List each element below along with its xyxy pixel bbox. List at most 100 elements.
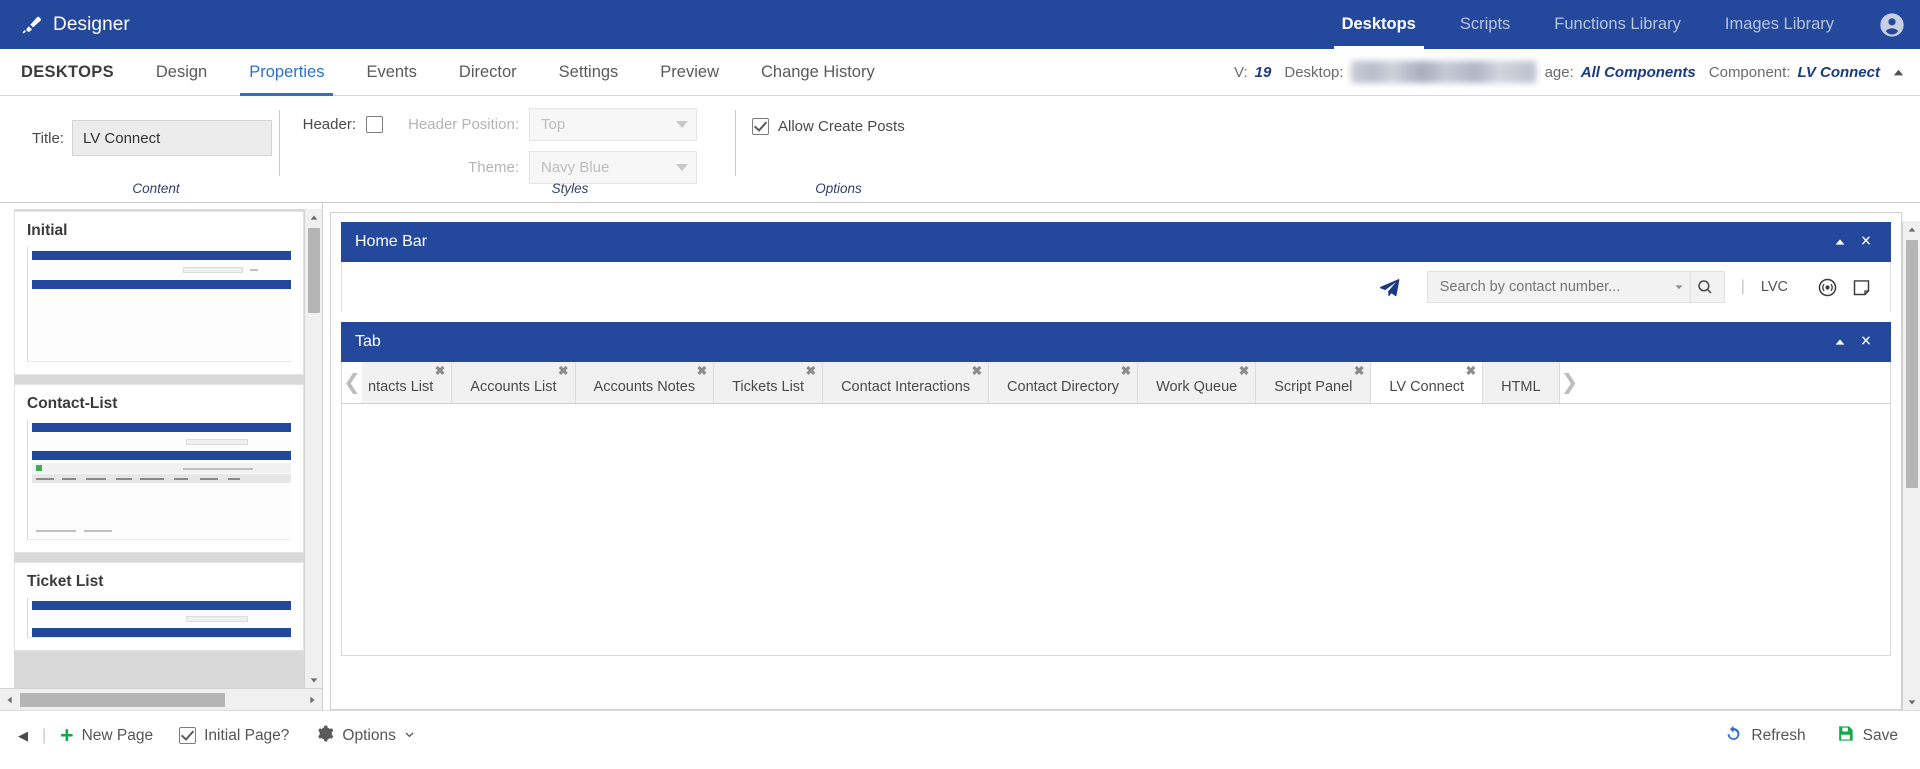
tab-item-html[interactable]: HTML — [1483, 362, 1560, 403]
close-icon[interactable] — [1853, 235, 1879, 249]
top-navigation: Desktops Scripts Functions Library Image… — [1320, 0, 1864, 49]
scroll-left-icon[interactable] — [0, 695, 20, 705]
tab-item-contacts-list[interactable]: ntacts List ✖ — [362, 362, 453, 403]
allow-create-posts-checkbox[interactable] — [752, 118, 769, 135]
tab-item-work-queue[interactable]: Work Queue ✖ — [1138, 362, 1257, 403]
send-plane-icon[interactable] — [1378, 276, 1401, 299]
pages-horizontal-scrollbar[interactable] — [0, 688, 322, 710]
topnav-item-desktops[interactable]: Desktops — [1320, 0, 1438, 49]
close-icon[interactable]: ✖ — [1354, 365, 1364, 378]
pages-list[interactable]: Initial Contact-List Ticket List — [14, 209, 304, 688]
ribbon-group-content: Title: LV Connect Content — [0, 96, 279, 202]
new-page-button[interactable]: + New Page — [60, 724, 153, 747]
tab-label: Tickets List — [732, 379, 805, 395]
chevron-down-icon[interactable] — [1668, 282, 1690, 292]
topnav-label: Images Library — [1724, 15, 1834, 33]
subnav-item-settings[interactable]: Settings — [538, 49, 640, 95]
chevron-up-icon[interactable] — [1890, 49, 1920, 95]
close-icon[interactable] — [1853, 335, 1879, 349]
toolbar-divider: | — [1740, 278, 1745, 295]
tab-item-accounts-list[interactable]: Accounts List ✖ — [452, 362, 576, 403]
tab-label: LV Connect — [1389, 379, 1465, 395]
chevron-right-icon[interactable]: ❯ — [1559, 362, 1580, 403]
topnav-item-images-library[interactable]: Images Library — [1703, 0, 1856, 49]
tab-item-contact-interactions[interactable]: Contact Interactions ✖ — [823, 362, 990, 403]
page-card[interactable]: Ticket List — [14, 562, 304, 651]
page-card[interactable]: Initial — [14, 211, 304, 375]
initial-page-toggle[interactable]: Initial Page? — [179, 727, 289, 745]
initial-page-checkbox[interactable] — [179, 727, 197, 744]
design-canvas: Home Bar Search by contact number... | L… — [323, 203, 1920, 710]
canvas-vertical-scrollbar[interactable] — [1902, 221, 1920, 710]
pages-vertical-scrollbar[interactable] — [304, 209, 322, 688]
subnav-item-events[interactable]: Events — [345, 49, 437, 95]
options-menu-button[interactable]: Options — [315, 724, 414, 748]
theme-select[interactable]: Navy Blue — [529, 151, 697, 184]
tab-widget-header: Tab — [341, 322, 1891, 362]
tab-item-tickets-list[interactable]: Tickets List ✖ — [714, 362, 824, 403]
close-icon[interactable]: ✖ — [972, 365, 982, 378]
account-circle-icon[interactable] — [1864, 0, 1920, 49]
close-icon[interactable]: ✖ — [558, 365, 568, 378]
brand: Designer — [0, 14, 130, 36]
close-icon[interactable]: ✖ — [1121, 365, 1131, 378]
section-toolbar: DESKTOPS Design Properties Events Direct… — [0, 49, 1920, 96]
caret-left-icon[interactable]: ◀ — [18, 728, 42, 744]
tab-item-contact-directory[interactable]: Contact Directory ✖ — [989, 362, 1139, 403]
lvc-label[interactable]: LVC — [1761, 279, 1788, 295]
chevron-down-icon — [676, 121, 688, 128]
chevron-down-icon[interactable] — [404, 727, 415, 745]
chevron-left-icon[interactable]: ❮ — [342, 362, 362, 403]
note-icon[interactable] — [1844, 277, 1878, 298]
close-icon[interactable]: ✖ — [435, 365, 445, 378]
page-label: age: — [1544, 63, 1574, 81]
refresh-button[interactable]: Refresh — [1724, 724, 1806, 748]
caret-up-icon[interactable] — [1827, 235, 1853, 249]
header-checkbox[interactable] — [366, 116, 383, 133]
scroll-right-icon[interactable] — [302, 695, 322, 705]
pages-panel: Initial Contact-List Ticket List — [0, 203, 323, 710]
search-input[interactable] — [1439, 279, 1668, 295]
allow-create-posts-label: Allow Create Posts — [778, 118, 905, 135]
tab-item-script-panel[interactable]: Script Panel ✖ — [1256, 362, 1372, 403]
brand-title: Designer — [53, 13, 130, 35]
topnav-item-scripts[interactable]: Scripts — [1438, 0, 1532, 49]
close-icon[interactable]: ✖ — [806, 365, 816, 378]
tab-content-area[interactable] — [341, 404, 1891, 656]
tab-item-accounts-notes[interactable]: Accounts Notes ✖ — [575, 362, 715, 403]
subnav-label: Preview — [660, 62, 719, 81]
home-bar-widget[interactable]: Home Bar Search by contact number... | L… — [341, 222, 1891, 312]
subnav-item-desktops[interactable]: DESKTOPS — [0, 49, 135, 95]
broadcast-icon[interactable] — [1810, 277, 1844, 298]
close-icon[interactable]: ✖ — [1239, 365, 1249, 378]
home-bar-header: Home Bar — [341, 222, 1891, 262]
tab-item-lv-connect[interactable]: LV Connect ✖ — [1371, 362, 1484, 403]
topnav-item-functions-library[interactable]: Functions Library — [1532, 0, 1703, 49]
subnav-item-preview[interactable]: Preview — [639, 49, 740, 95]
options-label: Options — [342, 726, 396, 744]
contact-search-box[interactable] — [1426, 271, 1725, 303]
subnav-item-director[interactable]: Director — [438, 49, 538, 95]
desktop-label: Desktop: — [1284, 63, 1344, 81]
scroll-up-icon[interactable] — [305, 209, 323, 226]
tab-widget[interactable]: Tab ❮ ntacts List ✖ Accounts List ✖ Acco… — [341, 322, 1891, 656]
scroll-down-icon[interactable] — [1903, 693, 1920, 710]
subnav-item-design[interactable]: Design — [135, 49, 228, 95]
magnifier-icon[interactable] — [1689, 272, 1720, 302]
paintbrush-icon — [20, 14, 42, 36]
header-position-select[interactable]: Top — [529, 108, 697, 141]
title-input[interactable]: LV Connect — [72, 120, 272, 156]
home-bar-title: Home Bar — [355, 233, 428, 250]
close-icon[interactable]: ✖ — [1466, 365, 1476, 378]
subnav-item-change-history[interactable]: Change History — [740, 49, 896, 95]
page-card-title: Initial — [27, 222, 68, 239]
canvas-surface[interactable]: Home Bar Search by contact number... | L… — [330, 212, 1902, 710]
tab-strip[interactable]: ❮ ntacts List ✖ Accounts List ✖ Accounts… — [341, 362, 1891, 404]
close-icon[interactable]: ✖ — [697, 365, 707, 378]
subnav-item-properties[interactable]: Properties — [228, 49, 345, 96]
page-card[interactable]: Contact-List — [14, 384, 304, 553]
scroll-down-icon[interactable] — [305, 671, 323, 688]
save-button[interactable]: Save — [1836, 724, 1898, 748]
caret-up-icon[interactable] — [1827, 335, 1853, 349]
scroll-up-icon[interactable] — [1903, 221, 1920, 238]
